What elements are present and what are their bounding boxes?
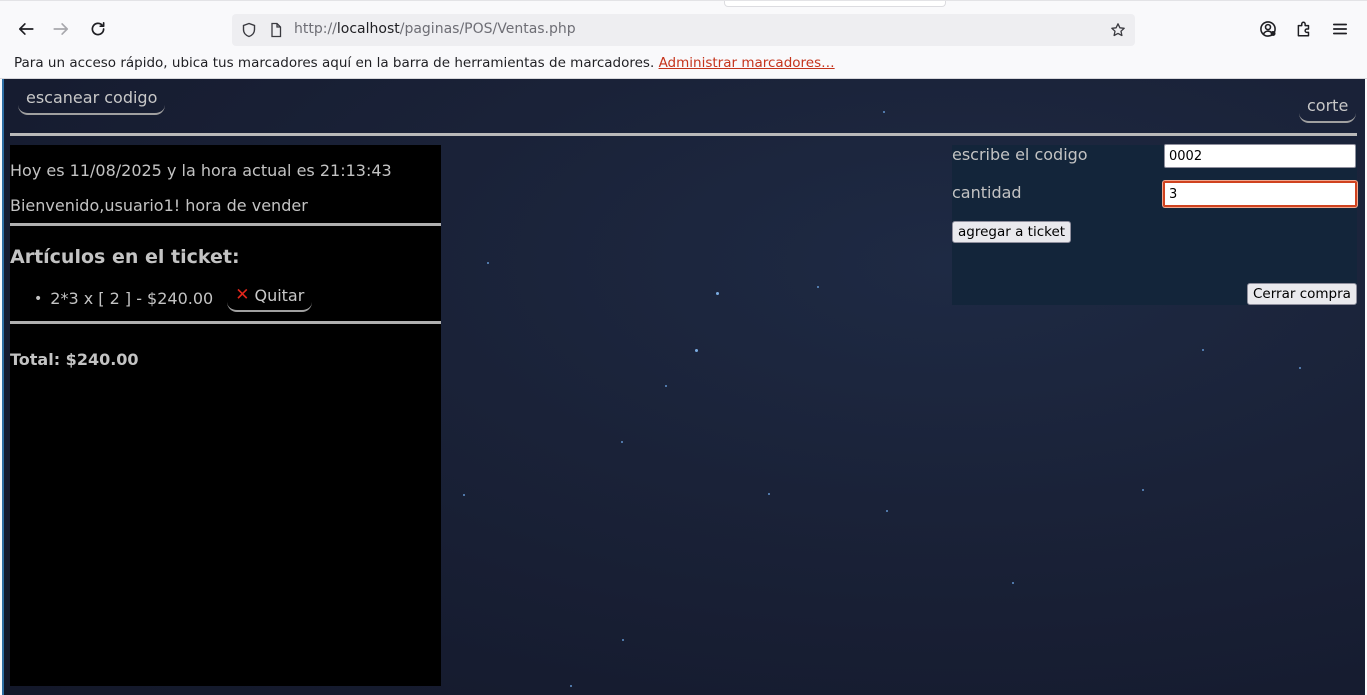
star-icon[interactable] (1109, 21, 1127, 39)
remove-item-button[interactable]: ✕ Quitar (227, 285, 313, 312)
background-star (883, 111, 885, 113)
url-prefix: http:// (294, 21, 337, 37)
url-host: localhost (336, 21, 400, 37)
background-star (621, 441, 623, 443)
background-star (622, 639, 624, 641)
bookmarks-hint: Para un acceso rápido, ubica tus marcado… (14, 55, 835, 71)
background-star (695, 349, 698, 352)
bullet-icon: • (34, 290, 43, 307)
page-viewport: escanear codigo corte Hoy es 11/08/2025 … (2, 79, 1365, 695)
quantity-input[interactable] (1163, 181, 1357, 207)
background-star (463, 494, 465, 496)
window-frame-edge (2, 79, 4, 695)
ticket-panel: Hoy es 11/08/2025 y la hora actual es 21… (10, 145, 441, 686)
close-icon: ✕ (235, 285, 250, 305)
close-purchase-button[interactable]: Cerrar compra (1247, 283, 1357, 305)
quantity-label: cantidad (952, 183, 1022, 202)
background-star (1202, 349, 1204, 351)
scan-code-button[interactable]: escanear codigo (18, 88, 166, 115)
background-star (1012, 582, 1014, 584)
tab-strip-edge (724, 1, 946, 7)
code-label: escribe el codigo (952, 145, 1088, 164)
background-star (1299, 367, 1301, 369)
remove-item-label: Quitar (254, 285, 305, 305)
top-divider (10, 133, 1357, 136)
background-star (716, 292, 719, 295)
back-arrow-icon[interactable] (12, 15, 40, 43)
background-star (665, 385, 667, 387)
browser-toolbar: http://localhost/paginas/POS/Ventas.php (0, 0, 1367, 57)
background-star (1142, 489, 1144, 491)
ticket-item: • 2*3 x [ 2 ] - $240.00 ✕ Quitar (34, 285, 313, 312)
background-star (817, 286, 819, 288)
background-star (570, 685, 572, 687)
bookmarks-toolbar: Para un acceso rápido, ubica tus marcado… (0, 50, 1367, 79)
code-input[interactable] (1164, 144, 1356, 168)
url-path: /paginas/POS/Ventas.php (399, 21, 576, 37)
background-star (768, 493, 770, 495)
ticket-item-text: 2*3 x [ 2 ] - $240.00 (50, 289, 214, 308)
panel-divider (10, 223, 441, 226)
background-star (886, 510, 888, 512)
welcome-text: Bienvenido,usuario1! hora de vender (10, 196, 308, 215)
shield-icon[interactable] (240, 21, 258, 39)
corte-button[interactable]: corte (1299, 96, 1357, 123)
datetime-text: Hoy es 11/08/2025 y la hora actual es 21… (10, 161, 392, 180)
background-star (487, 262, 489, 264)
account-icon[interactable] (1254, 15, 1282, 43)
manage-bookmarks-link[interactable]: Administrar marcadores… (659, 55, 835, 71)
reload-icon[interactable] (84, 15, 112, 43)
total-text: Total: $240.00 (10, 350, 139, 369)
bookmarks-text: Para un acceso rápido, ubica tus marcado… (14, 55, 655, 71)
ticket-heading: Artículos en el ticket: (10, 246, 240, 268)
page-icon[interactable] (267, 21, 285, 39)
add-to-ticket-button[interactable]: agregar a ticket (952, 221, 1072, 243)
extensions-icon[interactable] (1290, 15, 1318, 43)
panel-divider (10, 321, 441, 324)
forward-arrow-icon[interactable] (47, 15, 75, 43)
menu-icon[interactable] (1326, 15, 1354, 43)
url-text[interactable]: http://localhost/paginas/POS/Ventas.php (294, 21, 576, 37)
add-item-form: escribe el codigo cantidad agregar a tic… (952, 144, 1357, 305)
url-bar[interactable]: http://localhost/paginas/POS/Ventas.php (232, 14, 1135, 46)
